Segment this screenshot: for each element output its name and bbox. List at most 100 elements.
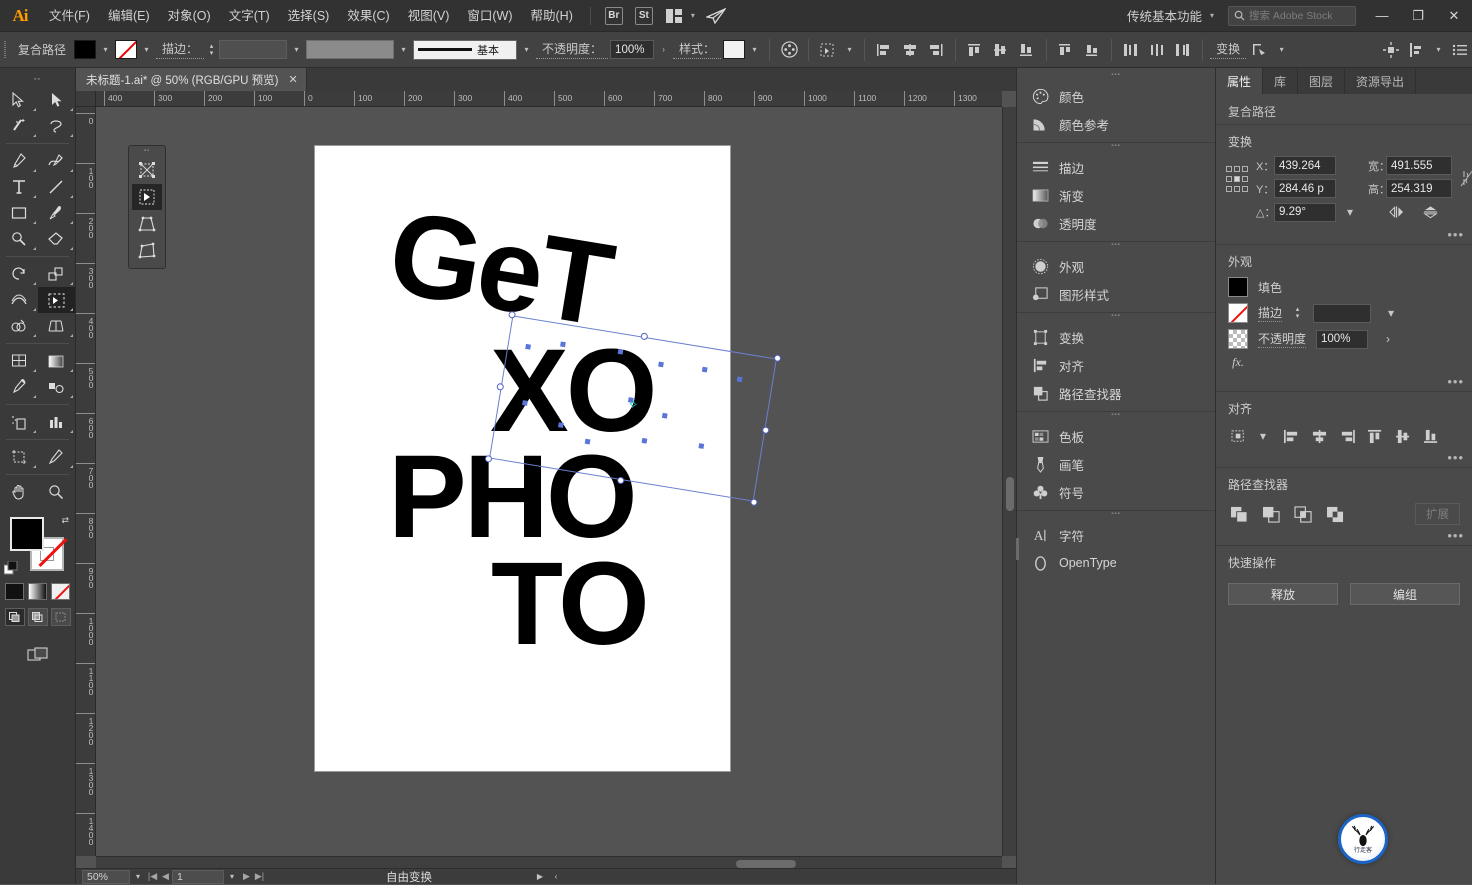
bridge-icon[interactable]: Br — [601, 5, 627, 27]
artwork-line-to[interactable]: TO — [491, 545, 650, 663]
transform-panel-label[interactable]: 变换 — [1210, 40, 1247, 59]
ruler-origin[interactable] — [76, 91, 96, 107]
menu-help[interactable]: 帮助(H) — [522, 0, 582, 32]
vertical-ruler[interactable]: 0 100 200 300 400 500 600 700 800 900 1000 1100 1200… — [76, 107, 96, 856]
none-button[interactable] — [51, 583, 70, 600]
dock-item-pathfinder[interactable]: 路径查找器 — [1017, 379, 1215, 407]
artboard[interactable]: GeT XO PHO TO — [315, 146, 730, 771]
zoom-level-input[interactable]: 50% — [82, 869, 130, 884]
tab-layers[interactable]: 图层 — [1298, 68, 1346, 94]
last-artboard-button[interactable]: ▶| — [253, 871, 266, 882]
tab-properties[interactable]: 属性 — [1216, 68, 1264, 94]
constrain-tool[interactable] — [132, 157, 162, 183]
workspace-chevron-down-icon[interactable]: ▾ — [1208, 11, 1220, 20]
widget-grip[interactable]: ▪▪ — [129, 148, 165, 156]
distribute-left-icon[interactable] — [1119, 38, 1143, 62]
artboard-number-input[interactable]: 1 — [172, 869, 224, 884]
recolor-artwork-icon[interactable] — [777, 38, 801, 62]
mesh-tool[interactable] — [0, 348, 38, 374]
paintbrush-tool[interactable] — [38, 200, 76, 226]
group-button[interactable]: 编组 — [1350, 583, 1460, 605]
appearance-opacity-input[interactable]: 100% — [1316, 329, 1369, 349]
pen-tool[interactable] — [0, 148, 38, 174]
shape-builder-tool[interactable] — [0, 313, 38, 339]
fill-color-control[interactable] — [10, 517, 44, 551]
pathfinder-more-options[interactable]: ••• — [1447, 528, 1464, 543]
perspective-distort-tool-button[interactable] — [132, 211, 162, 237]
curvature-tool[interactable] — [38, 148, 76, 174]
exclude-button[interactable] — [1324, 503, 1346, 525]
distribute-top-icon[interactable] — [1054, 38, 1078, 62]
artwork-line-xo[interactable]: XO — [490, 332, 657, 450]
status-menu-icon[interactable]: ▶ — [532, 872, 548, 881]
menu-view[interactable]: 视图(V) — [399, 0, 459, 32]
dock-group-grip[interactable]: ▪▪▪ — [1017, 72, 1215, 82]
stock-search-input[interactable]: 搜索 Adobe Stock — [1228, 5, 1356, 26]
magic-wand-tool[interactable] — [0, 113, 38, 139]
brush-definition-select[interactable]: 基本 — [413, 39, 518, 60]
intersect-button[interactable] — [1292, 503, 1314, 525]
appearance-fill-swatch[interactable] — [1228, 277, 1248, 297]
snap-chevron-down-icon[interactable]: ▾ — [1431, 40, 1446, 59]
line-segment-tool[interactable] — [38, 174, 76, 200]
menu-type[interactable]: 文字(T) — [220, 0, 279, 32]
align-middle-vertical-icon[interactable] — [989, 38, 1013, 62]
appearance-stroke-input[interactable] — [1313, 303, 1372, 323]
symbol-sprayer-tool[interactable] — [0, 409, 38, 435]
vertical-scrollbar-thumb[interactable] — [1006, 477, 1014, 511]
rotate-tool[interactable] — [0, 261, 38, 287]
angle-chevron-down-icon[interactable]: ▾ — [1340, 202, 1360, 222]
selection-tool[interactable] — [0, 87, 38, 113]
align-left-button[interactable] — [1280, 425, 1302, 447]
reference-point-selector[interactable] — [1226, 166, 1248, 194]
tab-asset-export[interactable]: 资源导出 — [1345, 68, 1417, 94]
tab-libraries[interactable]: 库 — [1263, 68, 1299, 94]
column-graph-tool[interactable] — [38, 409, 76, 435]
selection-handle-tr[interactable] — [773, 354, 782, 363]
color-button[interactable] — [5, 583, 24, 600]
zoom-tool[interactable] — [38, 479, 76, 505]
selection-handle-br[interactable] — [749, 498, 758, 507]
appearance-opacity-swatch[interactable] — [1228, 329, 1248, 349]
type-tool[interactable] — [0, 174, 38, 200]
align-left-icon[interactable] — [872, 38, 896, 62]
select-similar-icon[interactable] — [816, 38, 840, 62]
vertical-scrollbar[interactable] — [1002, 107, 1016, 856]
align-center-horizontal-button[interactable] — [1308, 425, 1330, 447]
menu-edit[interactable]: 编辑(E) — [99, 0, 159, 32]
free-transform-tool[interactable] — [37, 287, 75, 313]
variable-width-profile-select[interactable] — [306, 40, 395, 59]
zoom-chevron-down-icon[interactable]: ▾ — [130, 872, 146, 881]
align-more-options[interactable]: ••• — [1447, 450, 1464, 465]
eraser-tool[interactable] — [38, 226, 76, 252]
align-to-pixel-grid-icon[interactable] — [1379, 38, 1403, 62]
shaper-tool[interactable] — [0, 226, 38, 252]
appearance-stroke-chevron-down-icon[interactable]: ▾ — [1381, 303, 1401, 323]
arrange-documents-icon[interactable] — [661, 5, 687, 27]
dock-group-grip[interactable]: ▪▪▪ — [1017, 242, 1215, 252]
menu-select[interactable]: 选择(S) — [279, 0, 339, 32]
y-input[interactable]: 284.46 p — [1274, 179, 1336, 198]
hand-tool[interactable] — [0, 479, 38, 505]
appearance-stroke-swatch[interactable] — [1228, 303, 1248, 323]
select-similar-chevron-down-icon[interactable]: ▾ — [842, 40, 857, 59]
dock-group-grip[interactable]: ▪▪▪ — [1017, 511, 1215, 521]
dock-item-symbols[interactable]: 符号 — [1017, 478, 1215, 506]
tools-panel-grip[interactable]: ▪▪ — [0, 76, 75, 83]
dock-item-character[interactable]: A 字符 — [1017, 521, 1215, 549]
eyedropper-tool[interactable] — [0, 374, 38, 400]
prev-artboard-button[interactable]: ◀ — [159, 871, 172, 882]
brush-chevron-down-icon[interactable]: ▾ — [519, 40, 534, 59]
selection-handle-mr[interactable] — [761, 426, 770, 435]
dock-item-stroke[interactable]: 描边 — [1017, 153, 1215, 181]
align-right-icon[interactable] — [924, 38, 948, 62]
appearance-stroke-stepper[interactable]: ▴ ▾ — [1292, 304, 1303, 323]
opacity-chevron-icon[interactable]: › — [656, 40, 671, 59]
workspace-switcher[interactable]: 传统基本功能 — [1121, 6, 1208, 25]
reshape-chevron-down-icon[interactable]: ▾ — [1274, 40, 1289, 59]
perspective-grid-tool[interactable] — [38, 313, 76, 339]
document-setup-menu-icon[interactable] — [1448, 38, 1472, 62]
dock-item-transparency[interactable]: 透明度 — [1017, 209, 1215, 237]
artwork-line-pho[interactable]: PHO — [388, 438, 638, 556]
rectangle-tool[interactable] — [0, 200, 38, 226]
